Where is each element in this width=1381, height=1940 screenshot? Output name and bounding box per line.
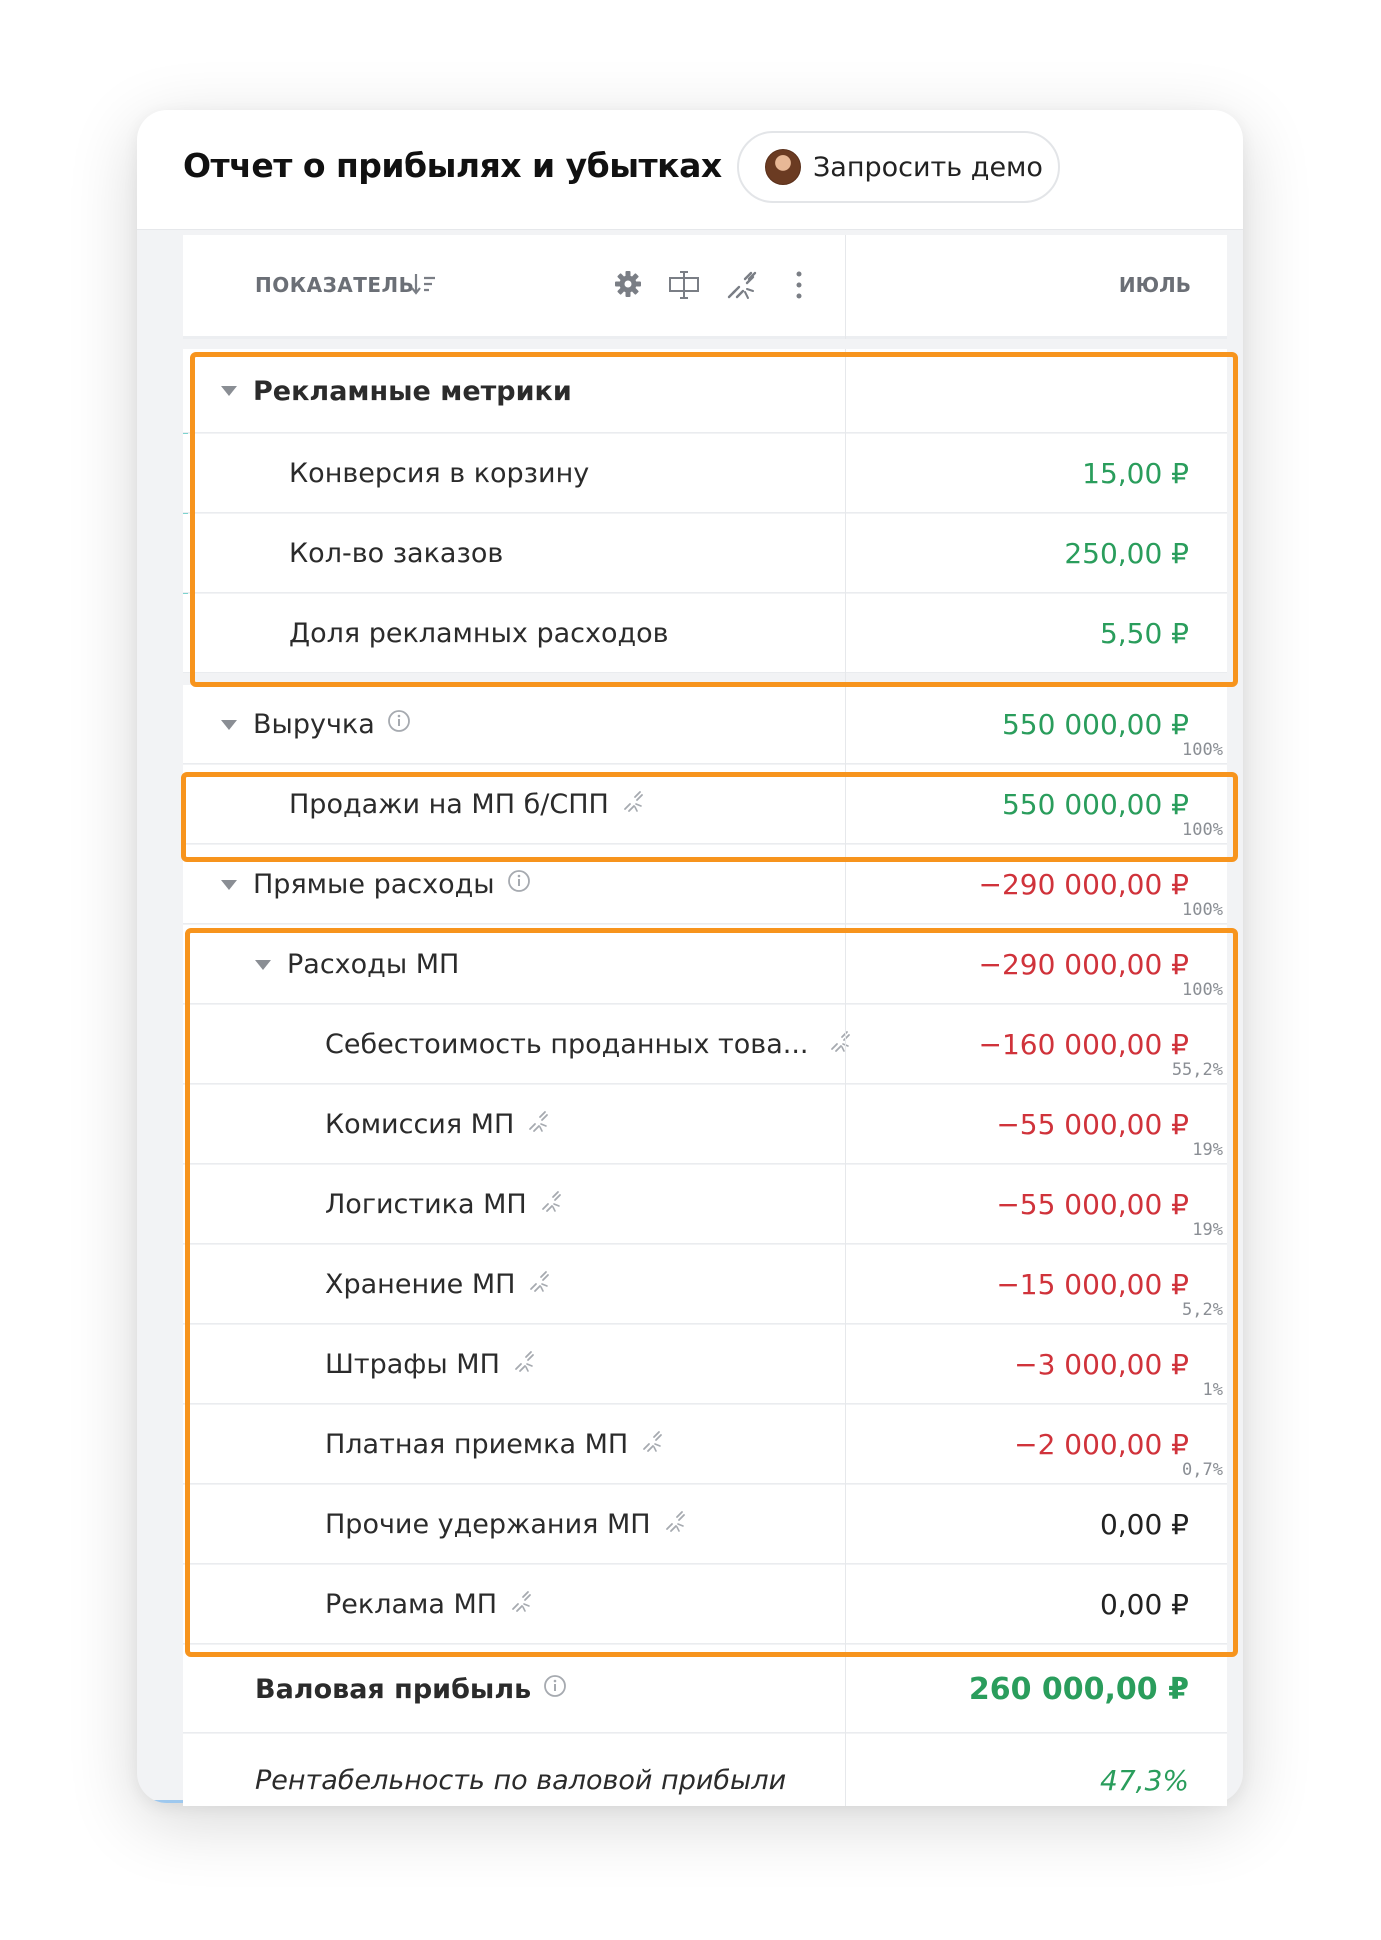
row-percent: 100% bbox=[1182, 980, 1223, 1000]
row-value: 250,00 ₽ bbox=[1064, 537, 1189, 570]
unlink-icon[interactable] bbox=[640, 1429, 664, 1460]
row-mp-storage[interactable]: Хранение МП −15 000,00 ₽ 5,2% bbox=[183, 1245, 1227, 1324]
unlink-icon[interactable] bbox=[828, 1029, 852, 1060]
row-percent: 19% bbox=[1192, 1140, 1223, 1160]
row-label: Платная приемка МП bbox=[325, 1429, 629, 1460]
row-value: −160 000,00 ₽ bbox=[978, 1028, 1190, 1061]
row-percent: 0,7% bbox=[1182, 1460, 1223, 1480]
row-value: −55 000,00 ₽ bbox=[996, 1108, 1189, 1141]
row-gross-margin[interactable]: Рентабельность по валовой прибыли 47,3% bbox=[183, 1734, 1227, 1806]
row-ad-spend-share[interactable]: Доля рекламных расходов 5,50 ₽ bbox=[183, 594, 1227, 673]
row-ad-metrics[interactable]: Рекламные метрики bbox=[183, 349, 1227, 433]
row-direct-costs[interactable]: Прямые расходы −290 000,00 ₽ 100% bbox=[183, 845, 1227, 924]
row-value: 260 000,00 ₽ bbox=[968, 1671, 1189, 1707]
row-label: Доля рекламных расходов bbox=[289, 618, 669, 649]
row-value: −55 000,00 ₽ bbox=[996, 1188, 1189, 1221]
row-value: 550 000,00 ₽ bbox=[1001, 788, 1189, 821]
row-label: Рентабельность по валовой прибыли bbox=[255, 1764, 787, 1796]
unlink-icon[interactable] bbox=[663, 1509, 687, 1540]
sort-icon[interactable] bbox=[411, 271, 437, 302]
row-label: Себестоимость проданных това... bbox=[325, 1029, 809, 1060]
row-label: Конверсия в корзину bbox=[289, 458, 590, 489]
row-mp-other-deductions[interactable]: Прочие удержания МП 0,00 ₽ bbox=[183, 1485, 1227, 1564]
row-label: Комиссия МП bbox=[325, 1109, 515, 1140]
collapse-caret-icon[interactable] bbox=[221, 719, 237, 730]
gear-icon[interactable] bbox=[613, 269, 643, 304]
row-percent: 1% bbox=[1202, 1380, 1223, 1400]
columns-icon[interactable] bbox=[668, 269, 702, 306]
unlink-icon[interactable] bbox=[509, 1589, 533, 1620]
info-icon[interactable] bbox=[507, 869, 531, 900]
request-demo-button[interactable]: Запросить демо bbox=[737, 131, 1060, 203]
table-header: ПОКАЗАТЕЛЬ ИЮЛЬ bbox=[183, 235, 1227, 339]
row-mp-logistics[interactable]: Логистика МП −55 000,00 ₽ 19% bbox=[183, 1165, 1227, 1244]
row-label: Кол-во заказов bbox=[289, 538, 504, 569]
row-revenue[interactable]: Выручка 550 000,00 ₽ 100% bbox=[183, 685, 1227, 764]
info-icon[interactable] bbox=[387, 709, 411, 740]
row-percent: 100% bbox=[1182, 820, 1223, 840]
row-value: 47,3% bbox=[1100, 1763, 1189, 1797]
unlink-icon[interactable] bbox=[526, 1109, 550, 1140]
row-label: Расходы МП bbox=[287, 949, 460, 980]
unlink-icon[interactable] bbox=[621, 789, 645, 820]
unlink-icon[interactable] bbox=[539, 1189, 563, 1220]
more-vertical-icon[interactable] bbox=[793, 269, 805, 306]
row-label: Продажи на МП б/СПП bbox=[289, 789, 609, 820]
row-value: 550 000,00 ₽ bbox=[1001, 708, 1189, 741]
row-percent: 5,2% bbox=[1182, 1300, 1223, 1320]
page-title: Отчет о прибылях и убытках bbox=[183, 146, 722, 185]
row-value: 5,50 ₽ bbox=[1099, 617, 1189, 650]
row-mp-sales[interactable]: Продажи на МП б/СПП 550 000,00 ₽ 100% bbox=[183, 765, 1227, 844]
row-label: Прямые расходы bbox=[253, 869, 495, 900]
unlink-icon[interactable] bbox=[527, 1269, 551, 1300]
row-cost-of-goods[interactable]: Себестоимость проданных това... −160 000… bbox=[183, 1005, 1227, 1084]
row-value: −290 000,00 ₽ bbox=[978, 948, 1190, 981]
row-mp-fines[interactable]: Штрафы МП −3 000,00 ₽ 1% bbox=[183, 1325, 1227, 1404]
row-label: Рекламные метрики bbox=[253, 375, 572, 407]
row-label: Хранение МП bbox=[325, 1269, 516, 1300]
row-mp-costs[interactable]: Расходы МП −290 000,00 ₽ 100% bbox=[183, 925, 1227, 1004]
row-mp-paid-acceptance[interactable]: Платная приемка МП −2 000,00 ₽ 0,7% bbox=[183, 1405, 1227, 1484]
row-label: Прочие удержания МП bbox=[325, 1509, 651, 1540]
row-value: −2 000,00 ₽ bbox=[1014, 1428, 1189, 1461]
row-label: Штрафы МП bbox=[325, 1349, 500, 1380]
unlink-icon[interactable] bbox=[725, 269, 759, 306]
column-divider bbox=[845, 349, 846, 1806]
row-label: Валовая прибыль bbox=[255, 1673, 532, 1705]
row-percent: 55,2% bbox=[1171, 1060, 1223, 1080]
row-value: 0,00 ₽ bbox=[1099, 1588, 1189, 1621]
row-label: Реклама МП bbox=[325, 1589, 498, 1620]
avatar bbox=[765, 149, 801, 185]
row-percent: 100% bbox=[1182, 900, 1223, 920]
row-value: 15,00 ₽ bbox=[1082, 457, 1189, 490]
row-cart-conversion[interactable]: Конверсия в корзину 15,00 ₽ bbox=[183, 434, 1227, 513]
row-percent: 100% bbox=[1182, 740, 1223, 760]
report-header: Отчет о прибылях и убытках Запросить дем… bbox=[137, 110, 1243, 230]
row-mp-advertising[interactable]: Реклама МП 0,00 ₽ bbox=[183, 1565, 1227, 1644]
row-mp-commission[interactable]: Комиссия МП −55 000,00 ₽ 19% bbox=[183, 1085, 1227, 1164]
row-label: Логистика МП bbox=[325, 1189, 527, 1220]
row-label: Выручка bbox=[253, 709, 375, 740]
unlink-icon[interactable] bbox=[512, 1349, 536, 1380]
month-column-header: ИЮЛЬ bbox=[1118, 273, 1191, 297]
row-order-count[interactable]: Кол-во заказов 250,00 ₽ bbox=[183, 514, 1227, 593]
collapse-caret-icon[interactable] bbox=[221, 879, 237, 890]
row-percent: 19% bbox=[1192, 1220, 1223, 1240]
row-gross-profit[interactable]: Валовая прибыль 260 000,00 ₽ bbox=[183, 1645, 1227, 1733]
row-value: −290 000,00 ₽ bbox=[978, 868, 1190, 901]
header-column-divider bbox=[845, 235, 846, 339]
collapse-caret-icon[interactable] bbox=[221, 386, 237, 396]
info-icon[interactable] bbox=[543, 1674, 567, 1705]
row-value: −15 000,00 ₽ bbox=[996, 1268, 1189, 1301]
row-value: −3 000,00 ₽ bbox=[1014, 1348, 1189, 1381]
indicator-column-header: ПОКАЗАТЕЛЬ bbox=[255, 273, 415, 297]
row-value: 0,00 ₽ bbox=[1099, 1508, 1189, 1541]
request-demo-label: Запросить демо bbox=[813, 151, 1043, 183]
collapse-caret-icon[interactable] bbox=[255, 959, 271, 970]
